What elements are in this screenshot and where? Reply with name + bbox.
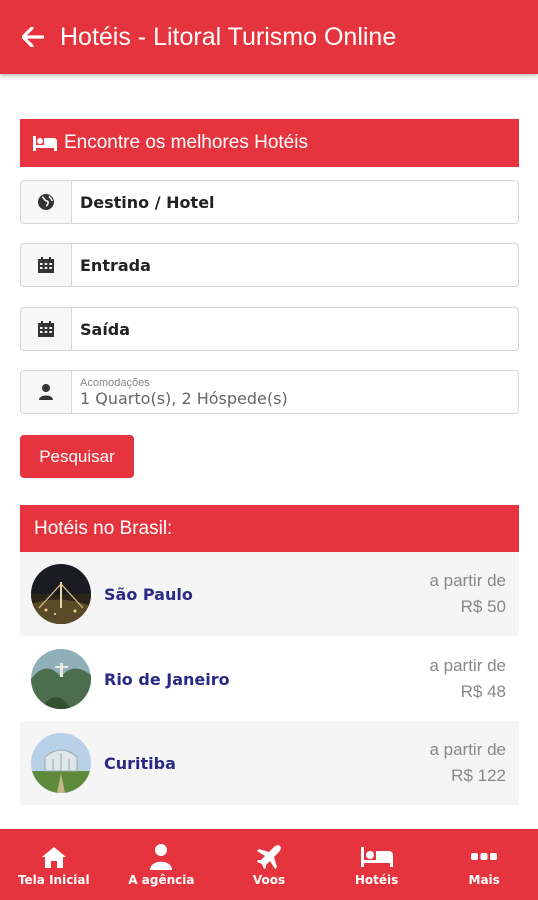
city-price: a partir de R$ 50: [429, 568, 519, 620]
more-icon: [471, 843, 498, 871]
bottom-navigation: Tela Inicial A agência Voos Hotéis Mais: [0, 829, 538, 900]
price-value: R$ 50: [460, 597, 506, 616]
price-value: R$ 122: [451, 766, 506, 785]
page-title: Hotéis - Litoral Turismo Online: [60, 22, 397, 51]
globe-icon: [21, 181, 72, 223]
city-name: Curitiba: [104, 753, 176, 773]
nav-label: Mais: [468, 872, 500, 887]
price-label: a partir de: [429, 571, 506, 590]
rooms-field[interactable]: Acomodações 1 Quarto(s), 2 Hóspede(s): [20, 370, 519, 414]
destination-field[interactable]: Destino / Hotel: [20, 180, 519, 224]
checkin-field[interactable]: Entrada: [20, 243, 519, 287]
nav-label: Hotéis: [354, 872, 399, 887]
search-button[interactable]: Pesquisar: [20, 435, 134, 478]
arrow-left-icon[interactable]: [20, 24, 46, 50]
city-name: Rio de Janeiro: [104, 669, 230, 689]
nav-flights[interactable]: Voos: [215, 829, 323, 900]
search-panel-header: Encontre os melhores Hotéis: [20, 119, 519, 167]
price-label: a partir de: [429, 740, 506, 759]
checkout-input[interactable]: Saída: [72, 308, 518, 350]
app-bar: Hotéis - Litoral Turismo Online: [0, 0, 538, 74]
rooms-value: 1 Quarto(s), 2 Hóspede(s): [80, 389, 288, 408]
list-item-rio-de-janeiro[interactable]: Rio de Janeiro a partir de R$ 48: [20, 637, 519, 721]
sao-paulo-photo: [31, 564, 91, 624]
nav-label: Tela Inicial: [17, 872, 90, 887]
city-price: a partir de R$ 122: [429, 737, 519, 789]
nav-label: Voos: [252, 872, 286, 887]
bed-icon: [360, 843, 394, 871]
calendar-icon: [21, 244, 72, 286]
city-name: São Paulo: [104, 584, 193, 604]
search-panel-title: Encontre os melhores Hotéis: [64, 132, 308, 153]
rooms-input[interactable]: Acomodações 1 Quarto(s), 2 Hóspede(s): [72, 371, 518, 413]
nav-agency[interactable]: A agência: [108, 829, 216, 900]
price-value: R$ 48: [460, 682, 506, 701]
person-icon: [149, 843, 173, 871]
user-icon: [21, 371, 72, 413]
rio-de-janeiro-photo: [31, 649, 91, 709]
home-icon: [40, 843, 68, 871]
bed-icon: [32, 134, 58, 152]
destination-input[interactable]: Destino / Hotel: [72, 181, 518, 223]
hotels-list-header: Hotéis no Brasil:: [20, 505, 519, 552]
rooms-label: Acomodações: [80, 377, 150, 389]
city-price: a partir de R$ 48: [429, 653, 519, 705]
list-item-curitiba[interactable]: Curitiba a partir de R$ 122: [20, 721, 519, 805]
nav-hotels[interactable]: Hotéis: [323, 829, 431, 900]
airplane-icon: [256, 843, 282, 871]
checkin-input[interactable]: Entrada: [72, 244, 518, 286]
price-label: a partir de: [429, 656, 506, 675]
checkout-field[interactable]: Saída: [20, 307, 519, 351]
curitiba-photo: [31, 733, 91, 793]
nav-home[interactable]: Tela Inicial: [0, 829, 108, 900]
nav-more[interactable]: Mais: [430, 829, 538, 900]
list-item-sao-paulo[interactable]: São Paulo a partir de R$ 50: [20, 552, 519, 636]
nav-label: A agência: [128, 872, 195, 887]
calendar-icon: [21, 308, 72, 350]
